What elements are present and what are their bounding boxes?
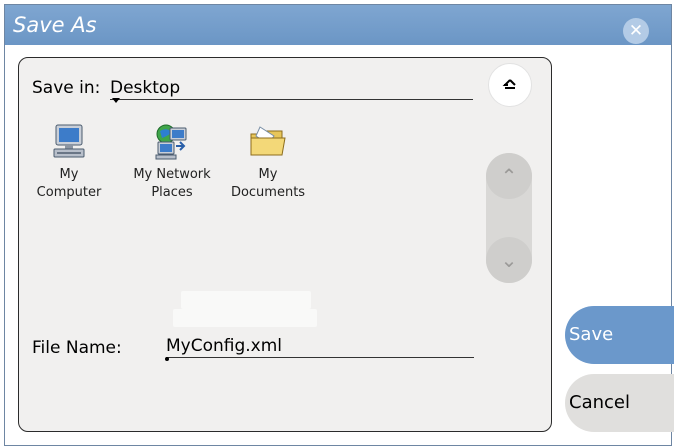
- scroll-down-icon[interactable]: ⌄: [486, 237, 532, 283]
- computer-icon: [53, 124, 85, 158]
- dropdown-arrow-icon[interactable]: [112, 98, 120, 103]
- ghost-row: [173, 309, 317, 327]
- file-name-underline: [166, 357, 474, 358]
- save-in-underline: [110, 99, 473, 100]
- file-item-label-line2: Computer: [36, 185, 102, 200]
- file-item-label-line2: Documents: [230, 185, 306, 200]
- scroll-up-icon[interactable]: ⌃: [486, 153, 532, 199]
- network-places-icon: [155, 124, 187, 160]
- folder-icon: [250, 126, 286, 156]
- file-item-label-line2: Places: [151, 185, 193, 200]
- up-folder-button[interactable]: [488, 63, 532, 107]
- file-item-my-documents[interactable]: My Documents: [224, 122, 312, 202]
- save-in-label: Save in:: [32, 78, 101, 98]
- file-name-label: File Name:: [32, 338, 122, 358]
- close-icon[interactable]: ✕: [623, 18, 649, 44]
- file-item-my-network-places[interactable]: My Network Places: [128, 122, 216, 202]
- save-in-dropdown[interactable]: Desktop: [110, 78, 180, 98]
- scrollbar[interactable]: ⌃ ⌄: [486, 153, 532, 283]
- file-item-label-line1: My: [59, 167, 79, 182]
- file-item-label-line1: My Network: [133, 167, 211, 182]
- text-cursor-dot: [165, 357, 169, 361]
- cancel-button[interactable]: Cancel: [565, 374, 674, 432]
- up-folder-icon: [502, 79, 516, 89]
- dialog-title: Save As: [13, 13, 97, 37]
- file-item-my-computer[interactable]: My Computer: [25, 122, 113, 202]
- save-button[interactable]: Save: [565, 306, 674, 364]
- ghost-row: [181, 291, 311, 309]
- title-bar[interactable]: Save As ✕: [5, 5, 671, 45]
- file-browser-panel: Save in: Desktop My Computer My Network …: [18, 57, 552, 432]
- file-item-label-line1: My: [258, 167, 278, 182]
